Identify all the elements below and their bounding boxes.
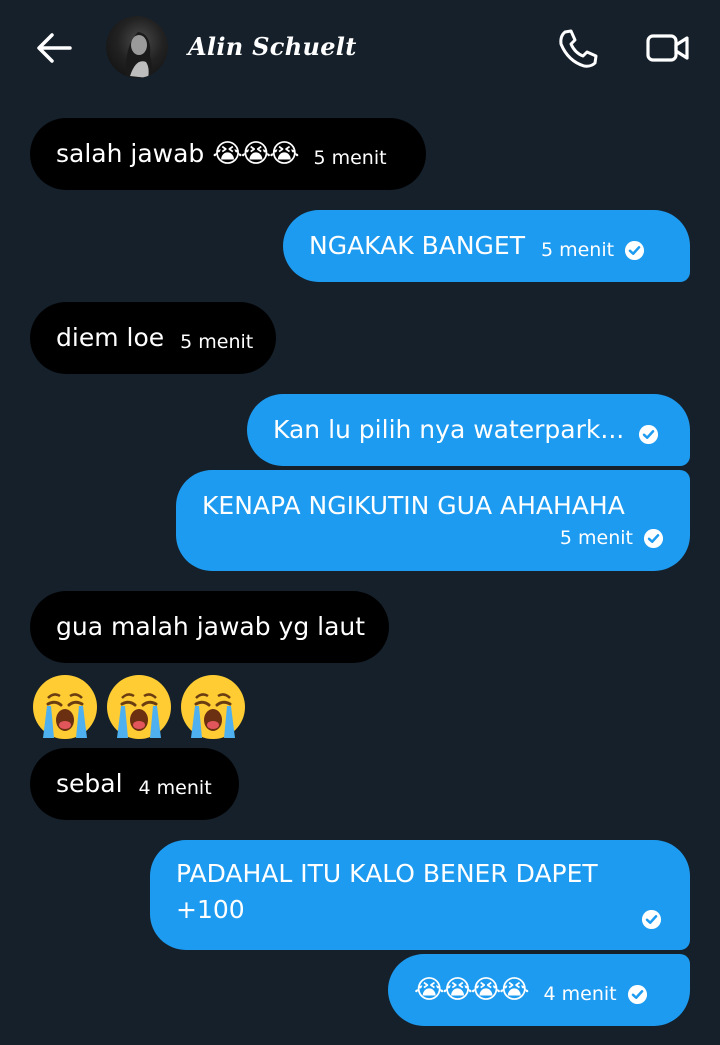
seen-check-icon <box>643 528 664 549</box>
message-timestamp: 5 menit <box>180 331 254 353</box>
seen-check-icon <box>641 909 662 930</box>
chat-header: Alin Schuelt <box>0 0 720 100</box>
phone-icon[interactable] <box>556 26 600 70</box>
message-bubble-outgoing[interactable]: Kan lu pilih nya waterpark... <box>247 394 690 466</box>
message-timestamp: 4 menit <box>138 777 212 799</box>
crying-face-emoji: 😭😭😭 <box>212 139 299 169</box>
message-timestamp: 5 menit <box>540 239 615 261</box>
avatar[interactable] <box>106 16 168 78</box>
arrow-left-icon[interactable] <box>34 30 74 66</box>
message-bubble-incoming[interactable]: gua malah jawab yg laut <box>30 591 389 663</box>
message-bubble-outgoing[interactable]: KENAPA NGIKUTIN GUA AHAHAHA 5 menit <box>176 470 690 571</box>
seen-check-icon <box>638 424 659 445</box>
crying-face-emoji <box>178 672 248 742</box>
message-bubble-outgoing[interactable]: NGAKAK BANGET 5 menit <box>283 210 690 282</box>
seen-check-icon <box>624 240 645 261</box>
message-bubble-incoming[interactable]: salah jawab 😭😭😭 5 menit <box>30 118 426 190</box>
message-timestamp: 5 menit <box>313 147 387 169</box>
message-bubble-incoming[interactable]: diem loe 5 menit <box>30 302 276 374</box>
message-text: gua malah jawab yg laut <box>56 612 366 641</box>
message-text: salah jawab <box>56 139 205 168</box>
video-camera-icon[interactable] <box>644 30 692 66</box>
message-text: NGAKAK BANGET <box>309 231 525 260</box>
message-text: KENAPA NGIKUTIN GUA AHAHAHA <box>202 491 625 520</box>
emoji-only-message[interactable] <box>30 672 248 748</box>
message-timestamp: 5 menit <box>559 527 633 549</box>
crying-face-emoji: 😭😭😭😭 <box>414 975 530 1005</box>
crying-face-emoji <box>104 672 174 742</box>
contact-name[interactable]: Alin Schuelt <box>188 32 357 61</box>
message-text: diem loe <box>56 323 165 352</box>
message-text: PADAHAL ITU KALO BENER DAPET <box>176 859 598 888</box>
message-bubble-outgoing[interactable]: 😭😭😭😭 4 menit <box>388 954 690 1026</box>
avatar-photo <box>125 32 152 78</box>
message-bubble-outgoing[interactable]: PADAHAL ITU KALO BENER DAPET +100 <box>150 840 690 950</box>
message-bubble-incoming[interactable]: sebal 4 menit <box>30 748 239 820</box>
message-text: sebal <box>56 769 123 798</box>
message-text-line-2: +100 <box>176 895 245 924</box>
message-timestamp: 4 menit <box>543 983 617 1005</box>
message-text: Kan lu pilih nya waterpark... <box>273 415 625 444</box>
crying-face-emoji <box>30 672 100 742</box>
seen-check-icon <box>627 984 648 1005</box>
